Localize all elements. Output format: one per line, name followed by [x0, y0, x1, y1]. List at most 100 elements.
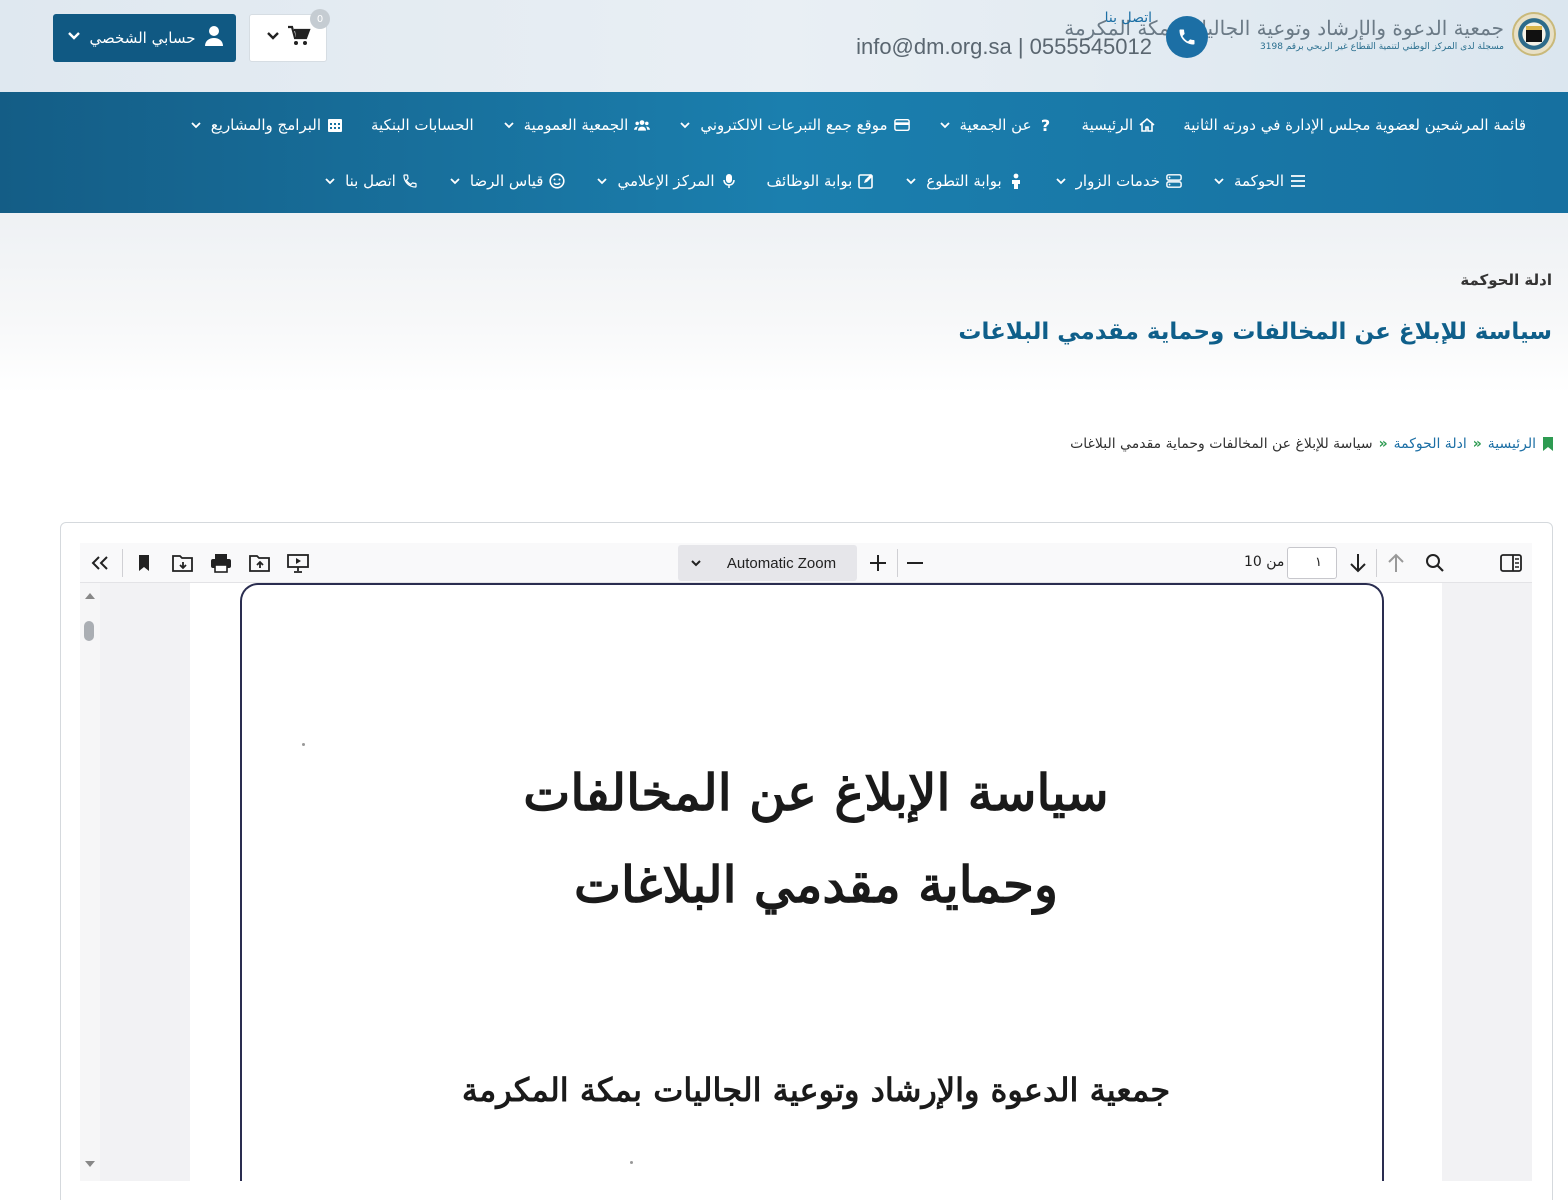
chevron-down-icon — [448, 174, 462, 188]
kaaba-emblem-icon — [1512, 12, 1556, 56]
search-icon[interactable] — [1423, 551, 1447, 575]
zoom-in-icon[interactable] — [866, 551, 890, 575]
nav-item-contact[interactable]: اتصل بنا — [323, 172, 418, 190]
sidebar-toggle-icon[interactable] — [1499, 551, 1523, 575]
document-title-line-1: سياسة الإبلاغ عن المخالفات — [523, 763, 1109, 822]
nav-item-label: الحوكمة — [1233, 172, 1284, 190]
menu-icon — [1290, 173, 1306, 189]
zoom-select[interactable]: Automatic Zoom — [678, 545, 857, 581]
nav-item-home[interactable]: الرئيسية — [1082, 116, 1156, 134]
nav-item-label: الرئيسية — [1081, 116, 1134, 134]
nav-item-label: اتصل بنا — [345, 172, 396, 190]
account-label: حسابي الشخصي — [89, 29, 196, 47]
person-icon — [1008, 173, 1024, 189]
scrollbar-thumb[interactable] — [84, 621, 94, 641]
edit-icon — [858, 173, 874, 189]
nav-item-jobs[interactable]: بوابة الوظائف — [767, 172, 875, 190]
chevron-down-icon — [265, 28, 281, 48]
pdf-canvas[interactable]: سياسة الإبلاغ عن المخالفات وحماية مقدمي … — [80, 583, 1532, 1181]
chevron-down-icon — [595, 174, 609, 188]
contact-block: اتصل بنا info@dm.org.sa | 0555545012 — [856, 10, 1208, 70]
nav-item-visitor-services[interactable]: خدمات الزوار — [1054, 172, 1182, 190]
cart-button[interactable]: 0 — [249, 9, 330, 62]
contact-email-phone[interactable]: info@dm.org.sa | 0555545012 — [856, 34, 1152, 60]
open-file-icon[interactable] — [171, 551, 195, 575]
chevron-down-icon — [678, 557, 714, 569]
nav-item-label: عن الجمعية — [959, 116, 1032, 134]
pdf-page: سياسة الإبلاغ عن المخالفات وحماية مقدمي … — [190, 583, 1442, 1181]
scrollbar[interactable] — [80, 583, 100, 1181]
users-icon — [634, 117, 651, 133]
hero-kicker: ادلة الحوكمة — [1460, 271, 1552, 289]
nav-item-label: المركز الإعلامي — [617, 172, 715, 190]
chevron-down-icon — [66, 28, 82, 48]
tools-menu-icon[interactable] — [88, 551, 112, 575]
nav-item-media-center[interactable]: المركز الإعلامي — [595, 172, 736, 190]
question-icon: ? — [1040, 115, 1051, 135]
nav-item-label: قياس الرضا — [469, 172, 544, 190]
chevron-down-icon — [1054, 174, 1068, 188]
zoom-out-icon[interactable] — [903, 551, 927, 575]
contact-label[interactable]: اتصل بنا — [1105, 10, 1152, 26]
microphone-icon — [721, 173, 737, 189]
credit-card-icon — [893, 117, 910, 133]
top-bar: جمعية الدعوة والإرشاد وتوعية الجاليات بم… — [0, 0, 1568, 92]
account-button[interactable]: حسابي الشخصي — [53, 14, 236, 62]
chevron-down-icon — [904, 174, 918, 188]
nav-item-about[interactable]: ? عن الجمعية — [938, 115, 1054, 135]
server-icon — [1166, 173, 1182, 189]
scroll-up-arrow-icon[interactable] — [84, 591, 96, 601]
nav-item-label: الجمعية العمومية — [523, 116, 629, 134]
scroll-down-arrow-icon[interactable] — [84, 1159, 96, 1169]
page-title: سياسة للإبلاغ عن المخالفات وحماية مقدمي … — [958, 319, 1552, 345]
nav-row-1: قائمة المرشحين لعضوية مجلس الإدارة في دو… — [189, 112, 1526, 138]
presentation-mode-icon[interactable] — [286, 551, 310, 575]
nav-row-2: الحوكمة خدمات الزوار بوابة التطوع بوابة … — [323, 168, 1306, 194]
nav-item-volunteering[interactable]: بوابة التطوع — [904, 172, 1023, 190]
document-title-line-2: وحماية مقدمي البلاغات — [573, 855, 1058, 914]
bookmark-icon[interactable] — [132, 551, 156, 575]
chevron-down-icon — [1212, 174, 1226, 188]
print-icon[interactable] — [209, 551, 233, 575]
next-page-icon[interactable] — [1346, 551, 1370, 575]
breadcrumb-home-link[interactable]: الرئيسية — [1488, 436, 1536, 452]
nav-item-candidates[interactable]: قائمة المرشحين لعضوية مجلس الإدارة في دو… — [1183, 116, 1526, 134]
nav-item-donations[interactable]: موقع جمع التبرعات الالكتروني — [678, 116, 910, 134]
breadcrumb-separator: » — [1378, 436, 1388, 452]
nav-item-label: الحسابات البنكية — [370, 116, 474, 134]
chevron-down-icon — [938, 118, 952, 132]
chevron-down-icon — [502, 118, 516, 132]
main-navbar: قائمة المرشحين لعضوية مجلس الإدارة في دو… — [0, 92, 1568, 213]
chevron-down-icon — [189, 118, 203, 132]
breadcrumb-current: سياسة للإبلاغ عن المخالفات وحماية مقدمي … — [1070, 436, 1373, 452]
pdf-toolbar: Automatic Zoom من 10 ١ — [80, 543, 1532, 583]
nav-item-governance[interactable]: الحوكمة — [1212, 172, 1306, 190]
zoom-select-value: Automatic Zoom — [726, 554, 837, 572]
phone-icon[interactable] — [1166, 16, 1208, 58]
breadcrumb-separator: » — [1472, 436, 1482, 452]
chevron-down-icon — [323, 174, 337, 188]
breadcrumb: الرئيسية » ادلة الحوكمة » سياسة للإبلاغ … — [1070, 436, 1554, 452]
smile-icon — [549, 173, 566, 189]
previous-page-icon[interactable] — [1384, 551, 1408, 575]
cart-icon — [287, 25, 311, 51]
nav-item-satisfaction[interactable]: قياس الرضا — [448, 172, 566, 190]
nav-item-label: خدمات الزوار — [1075, 172, 1160, 190]
user-icon — [204, 25, 224, 51]
calendar-icon — [327, 117, 343, 133]
nav-item-label: البرامج والمشاريع — [210, 116, 321, 134]
page-number-input[interactable]: ١ — [1287, 547, 1337, 579]
download-icon[interactable] — [248, 551, 272, 575]
nav-item-bank-accounts[interactable]: الحسابات البنكية — [371, 116, 474, 134]
breadcrumb-section-link[interactable]: ادلة الحوكمة — [1394, 436, 1467, 452]
nav-item-label: بوابة الوظائف — [766, 172, 853, 190]
home-icon — [1139, 117, 1155, 133]
nav-item-programs[interactable]: البرامج والمشاريع — [189, 116, 343, 134]
nav-item-label: بوابة التطوع — [926, 172, 1002, 190]
page-count: من 10 — [1244, 554, 1285, 570]
document-org-name: جمعية الدعوة والإرشاد وتوعية الجاليات بم… — [461, 1071, 1171, 1109]
nav-item-label: قائمة المرشحين لعضوية مجلس الإدارة في دو… — [1183, 116, 1526, 134]
bookmark-icon — [1542, 437, 1554, 451]
page-hero: ادلة الحوكمة سياسة للإبلاغ عن المخالفات … — [0, 213, 1568, 393]
nav-item-general-assembly[interactable]: الجمعية العمومية — [502, 116, 651, 134]
